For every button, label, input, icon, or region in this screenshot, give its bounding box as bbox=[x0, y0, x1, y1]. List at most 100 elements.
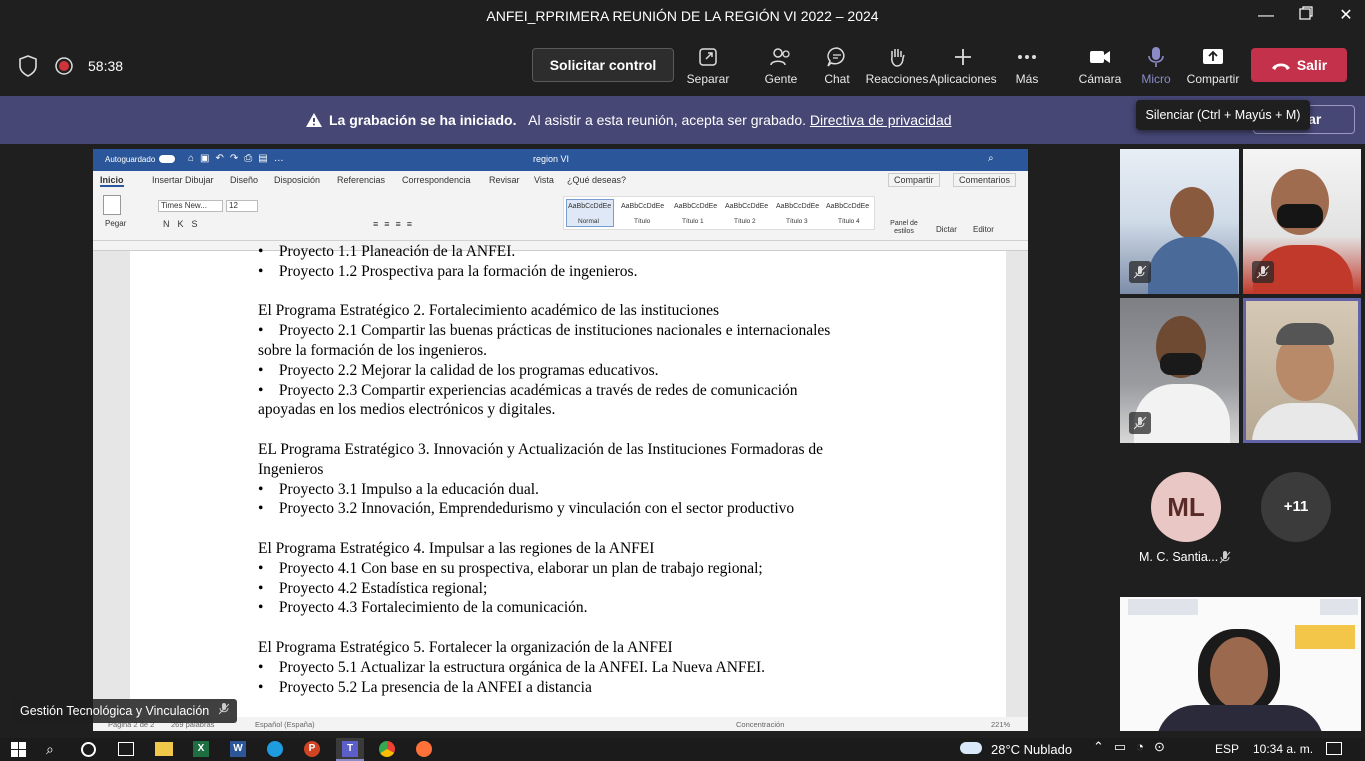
participant-face bbox=[1210, 637, 1268, 709]
participant-shirt bbox=[1148, 237, 1238, 294]
participant-video-3[interactable] bbox=[1120, 298, 1239, 443]
style-titulo[interactable]: Título bbox=[634, 218, 650, 225]
participant-face bbox=[1170, 187, 1214, 239]
doc-line bbox=[258, 519, 908, 539]
paste-icon[interactable] bbox=[103, 195, 121, 215]
more-label: Más bbox=[1015, 72, 1039, 86]
participant-video-1[interactable] bbox=[1120, 149, 1239, 294]
word-share-button[interactable]: Compartir bbox=[888, 173, 940, 187]
styles-pane-label[interactable]: Panel de estilos bbox=[889, 220, 919, 236]
participant-shirt bbox=[1156, 705, 1324, 731]
font-name-box[interactable]: Times New... bbox=[158, 200, 223, 212]
doc-line: • Proyecto 3.1 Impulso a la educación du… bbox=[258, 480, 539, 498]
chat-label: Chat bbox=[824, 72, 850, 86]
powerpoint-icon[interactable]: P bbox=[304, 741, 320, 757]
task-view-icon[interactable] bbox=[118, 742, 134, 756]
excel-icon[interactable]: X bbox=[193, 741, 209, 757]
system-tray-icons[interactable]: ⌃▭◔⊙ bbox=[1093, 739, 1175, 755]
comments-button[interactable]: Comentarios bbox=[953, 173, 1017, 187]
reactions-button[interactable]: Reacciones bbox=[865, 42, 929, 92]
language-status[interactable]: Español (España) bbox=[255, 720, 315, 729]
tab-diseno[interactable]: Diseño bbox=[230, 175, 258, 185]
doc-line bbox=[258, 420, 908, 440]
apps-button[interactable]: Aplicaciones bbox=[929, 42, 997, 92]
file-explorer-icon[interactable] bbox=[155, 742, 173, 756]
chat-button[interactable]: Chat bbox=[806, 42, 868, 92]
close-icon[interactable]: ✕ bbox=[1336, 6, 1356, 26]
style-preview-titulo4: AaBbCcDdEe bbox=[826, 203, 870, 210]
style-titulo-1[interactable]: Título 1 bbox=[682, 218, 704, 225]
doc-line: El Programa Estratégico 4. Impulsar a la… bbox=[258, 539, 655, 557]
windows-start-icon[interactable] bbox=[11, 742, 27, 761]
editor-label[interactable]: Editor bbox=[973, 225, 994, 234]
tab-referencias[interactable]: Referencias bbox=[337, 175, 385, 185]
notifications-icon[interactable] bbox=[1326, 742, 1342, 755]
doc-line: sobre la formación de los ingenieros. bbox=[258, 341, 487, 359]
participant-video-5[interactable] bbox=[1120, 597, 1361, 731]
privacy-policy-link[interactable]: Directiva de privacidad bbox=[810, 112, 952, 128]
popout-button[interactable]: Separar bbox=[677, 42, 739, 92]
tab-inicio[interactable]: Inicio bbox=[100, 175, 124, 187]
zoom-level[interactable]: 221% bbox=[991, 720, 1010, 729]
word-icon[interactable]: W bbox=[230, 741, 246, 757]
style-titulo-2[interactable]: Título 2 bbox=[734, 218, 756, 225]
tab-vista[interactable]: Vista bbox=[534, 175, 554, 185]
search-icon[interactable]: ⌕ bbox=[988, 153, 994, 164]
tab-dibujar[interactable]: Dibujar bbox=[185, 175, 214, 185]
mic-off-icon bbox=[218, 703, 230, 718]
style-titulo-4[interactable]: Título 4 bbox=[838, 218, 860, 225]
search-icon[interactable]: ⌕ bbox=[46, 741, 54, 758]
people-icon bbox=[770, 48, 790, 66]
minimize-icon[interactable]: — bbox=[1256, 6, 1276, 26]
participant-video-2[interactable] bbox=[1243, 149, 1361, 294]
muted-icon bbox=[1252, 261, 1274, 283]
microphone-button[interactable]: Micro bbox=[1125, 42, 1187, 92]
chrome-icon[interactable] bbox=[379, 741, 395, 757]
people-button[interactable]: Gente bbox=[750, 42, 812, 92]
style-normal[interactable]: Normal bbox=[578, 218, 599, 225]
document-body[interactable]: • Proyecto 1.1 Planeación de la ANFEI. •… bbox=[258, 243, 908, 697]
autosave-toggle[interactable] bbox=[159, 155, 175, 163]
dictate-label[interactable]: Dictar bbox=[936, 225, 957, 234]
maximize-icon[interactable] bbox=[1296, 6, 1316, 26]
focus-mode[interactable]: Concentración bbox=[736, 720, 784, 729]
people-label: Gente bbox=[764, 72, 798, 86]
meeting-timer: 58:38 bbox=[88, 58, 124, 74]
more-participants-button[interactable]: +11 bbox=[1261, 472, 1331, 542]
camera-button[interactable]: Cámara bbox=[1069, 42, 1131, 92]
share-button[interactable]: Compartir bbox=[1182, 42, 1244, 92]
cortana-icon[interactable] bbox=[81, 742, 96, 757]
teams-taskbar-button[interactable]: T bbox=[336, 738, 364, 761]
style-preview-titulo3: AaBbCcDdEe bbox=[776, 203, 820, 210]
firefox-icon[interactable] bbox=[416, 741, 432, 757]
reactions-icon bbox=[891, 49, 905, 67]
quick-access-icons[interactable]: ⌂▣↶↷⎙▤… bbox=[188, 153, 290, 164]
weather-text[interactable]: 28°C Nublado bbox=[991, 742, 1072, 757]
document-title[interactable]: region VI bbox=[533, 154, 569, 164]
participant-video-4-active-speaker[interactable] bbox=[1243, 298, 1361, 443]
input-language[interactable]: ESP bbox=[1215, 742, 1239, 756]
edge-icon[interactable] bbox=[267, 741, 283, 757]
align-buttons[interactable]: ≡≡≡≡ bbox=[373, 219, 418, 229]
tab-revisar[interactable]: Revisar bbox=[489, 175, 520, 185]
format-buttons[interactable]: NKS bbox=[163, 219, 206, 229]
shield-icon[interactable] bbox=[17, 54, 39, 83]
tab-insertar[interactable]: Insertar bbox=[152, 175, 183, 185]
style-preview-titulo1: AaBbCcDdEe bbox=[674, 203, 718, 210]
tab-correspondencia[interactable]: Correspondencia bbox=[402, 175, 471, 185]
doc-line: • Proyecto 5.1 Actualizar la estructura … bbox=[258, 658, 766, 676]
mute-tooltip: Silenciar (Ctrl + Mayús + M) bbox=[1136, 100, 1310, 130]
styles-gallery[interactable]: AaBbCcDdEe Normal AaBbCcDdEe Título AaBb… bbox=[563, 196, 875, 230]
font-size-box[interactable]: 12 bbox=[226, 200, 258, 212]
face-mask bbox=[1160, 353, 1202, 375]
clock[interactable]: 10:34 a. m. bbox=[1253, 742, 1313, 756]
share-label: Compartir bbox=[1186, 72, 1240, 86]
tell-me-search[interactable]: ¿Qué deseas? bbox=[567, 175, 626, 185]
tab-disposicion[interactable]: Disposición bbox=[274, 175, 320, 185]
style-titulo-3[interactable]: Título 3 bbox=[786, 218, 808, 225]
leave-button[interactable]: Salir bbox=[1251, 48, 1347, 82]
muted-icon bbox=[1129, 261, 1151, 283]
more-button[interactable]: Más bbox=[996, 42, 1058, 92]
request-control-button[interactable]: Solicitar control bbox=[532, 48, 674, 82]
participant-avatar[interactable]: ML bbox=[1151, 472, 1221, 542]
